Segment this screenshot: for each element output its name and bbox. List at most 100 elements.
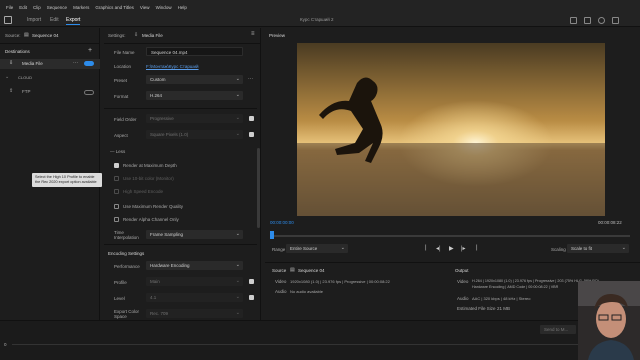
chevron-down-icon: ⌄ xyxy=(340,245,345,251)
home-icon[interactable] xyxy=(4,16,12,24)
range-dropdown[interactable]: Entire Source ⌄ xyxy=(286,244,348,253)
add-destination-icon[interactable]: + xyxy=(88,47,92,54)
menu-view[interactable]: View xyxy=(140,5,150,10)
field-order-label: Field Order xyxy=(114,117,137,122)
sequence-icon: ▤ xyxy=(290,267,295,273)
export-color-dropdown[interactable]: Rec. 709 ⌄ xyxy=(146,309,243,318)
tooltip: Select the High 10 Profile to enable the… xyxy=(32,173,102,187)
output-audio-value: AAC | 320 kbps | 48 kHz | Stereo xyxy=(472,296,531,301)
source-info-seq: Sequence 04 xyxy=(298,268,325,273)
chevron-down-icon: ⌄ xyxy=(235,92,240,98)
format-label: Format xyxy=(114,94,129,99)
preset-more-icon[interactable]: ··· xyxy=(248,76,253,82)
menu-markers[interactable]: Markers xyxy=(73,5,89,10)
output-info-title: Output xyxy=(455,268,469,273)
performance-label: Performance xyxy=(114,264,140,269)
max-quality-checkbox[interactable] xyxy=(114,204,119,209)
mark-in-icon[interactable]: | xyxy=(425,245,427,251)
render-max-depth-checkbox[interactable] xyxy=(114,163,119,168)
render-max-depth-label: Render at Maximum Depth xyxy=(123,163,177,168)
menu-bar: File Edit Clip Sequence Markers Graphics… xyxy=(0,0,640,14)
encoding-header: Encoding Settings xyxy=(108,251,145,256)
field-order-dropdown[interactable]: Progressive ⌄ xyxy=(146,114,243,123)
destinations-panel: Source: ▤ Sequence 04 Destinations + ⇩ M… xyxy=(0,28,102,320)
settings-scrollbar[interactable] xyxy=(257,148,260,228)
render-alpha-label: Render Alpha Channel Only xyxy=(123,217,179,222)
chevron-down-icon: ⌄ xyxy=(235,131,240,137)
tab-edit[interactable]: Edit xyxy=(50,17,59,23)
send-button[interactable]: Send to M... xyxy=(540,325,576,334)
menu-help[interactable]: Help xyxy=(178,5,187,10)
playhead[interactable] xyxy=(270,231,274,239)
workspace-icon[interactable] xyxy=(570,17,577,24)
bottom-time: 0 xyxy=(4,342,7,347)
media-file-toggle[interactable] xyxy=(84,61,94,66)
field-order-checkbox[interactable] xyxy=(249,116,254,121)
duration-time: 00:00:08:22 xyxy=(598,220,622,225)
level-checkbox[interactable] xyxy=(249,295,254,300)
performance-dropdown[interactable]: Hardware Encoding ⌄ xyxy=(146,261,243,270)
tab-export[interactable]: Export xyxy=(66,17,81,25)
file-name-input[interactable]: Sequence 04.mp4 xyxy=(146,47,243,56)
mark-out-icon[interactable]: | xyxy=(476,245,478,251)
play-icon[interactable]: ▶ xyxy=(449,245,454,252)
preset-dropdown[interactable]: Custom ⌄ xyxy=(146,75,243,84)
profile-checkbox[interactable] xyxy=(249,279,254,284)
tab-import[interactable]: Import xyxy=(27,17,41,23)
menu-clip[interactable]: Clip xyxy=(33,5,41,10)
chevron-down-icon: ⌄ xyxy=(235,231,240,237)
quick-export-icon[interactable] xyxy=(584,17,591,24)
menu-sequence[interactable]: Sequence xyxy=(47,5,67,10)
sequence-icon: ▤ xyxy=(24,32,29,38)
destination-media-file[interactable]: ⇩ Media File ··· xyxy=(0,59,100,69)
timeline-scrubber[interactable] xyxy=(272,235,630,237)
ftp-toggle[interactable] xyxy=(84,90,94,95)
file-size-value: 21 MB xyxy=(497,306,511,311)
output-audio-label: Audio xyxy=(457,296,469,301)
workspace-bar: Import Edit Export Курс Старший 2 xyxy=(0,14,640,27)
menu-graphics[interactable]: Graphics and Titles xyxy=(95,5,134,10)
preset-label: Preset xyxy=(114,78,128,83)
location-link[interactable]: F:\Монтаж\Курс Старший xyxy=(146,64,199,69)
source-info-title: Source xyxy=(272,268,287,273)
fullscreen-icon[interactable] xyxy=(612,17,619,24)
use-vr-checkbox[interactable] xyxy=(114,176,119,181)
source-video-label: Video xyxy=(275,279,287,284)
profile-dropdown[interactable]: Main ⌄ xyxy=(146,277,243,286)
menu-window[interactable]: Window xyxy=(156,5,172,10)
more-options-icon[interactable]: ··· xyxy=(73,60,78,66)
menu-edit[interactable]: Edit xyxy=(19,5,27,10)
step-forward-icon[interactable]: |▸ xyxy=(461,245,466,252)
time-interp-dropdown[interactable]: Frame Sampling ⌄ xyxy=(146,230,243,239)
chevron-down-icon: ⌄ xyxy=(621,245,626,251)
settings-label: Settings: xyxy=(108,33,126,38)
chevron-down-icon: ⌄ xyxy=(235,76,240,82)
settings-menu-icon[interactable]: ≡ xyxy=(251,31,255,37)
source-audio-label: Audio xyxy=(275,289,287,294)
level-dropdown[interactable]: 4.1 ⌄ xyxy=(146,293,243,302)
source-audio-value: No audio available xyxy=(290,289,323,294)
profile-label: Profile xyxy=(114,280,127,285)
destinations-title: Destinations xyxy=(5,49,30,54)
file-name-label: File Name xyxy=(114,50,135,55)
settings-panel: Settings: ⇩ Media File ≡ File Name Seque… xyxy=(104,28,261,320)
high-speed-checkbox[interactable] xyxy=(114,189,119,194)
progress-icon[interactable] xyxy=(598,17,605,24)
cloud-label: CLOUD xyxy=(18,75,33,80)
level-label: Level xyxy=(114,296,125,301)
render-alpha-checkbox[interactable] xyxy=(114,217,119,222)
preview-title: Preview xyxy=(269,33,286,38)
aspect-checkbox[interactable] xyxy=(249,132,254,137)
aspect-dropdown[interactable]: Square Pixels (1.0) ⌄ xyxy=(146,130,243,139)
scaling-dropdown[interactable]: Scale to fit ⌄ xyxy=(567,244,629,253)
menu-file[interactable]: File xyxy=(6,5,13,10)
less-toggle[interactable]: — Less xyxy=(110,149,125,154)
format-dropdown[interactable]: H.264 ⌄ xyxy=(146,91,243,100)
chevron-down-icon: ⌄ xyxy=(235,115,240,121)
ftp-label: FTP xyxy=(22,89,31,94)
output-video-value2: Hardware Encoding | AMD Code | 00:00:08:… xyxy=(472,285,559,289)
step-back-icon[interactable]: ◂| xyxy=(436,245,441,252)
collapse-icon[interactable]: ⌄ xyxy=(5,74,9,80)
aspect-label: Aspect xyxy=(114,133,128,138)
media-file-label: Media File xyxy=(22,61,43,66)
